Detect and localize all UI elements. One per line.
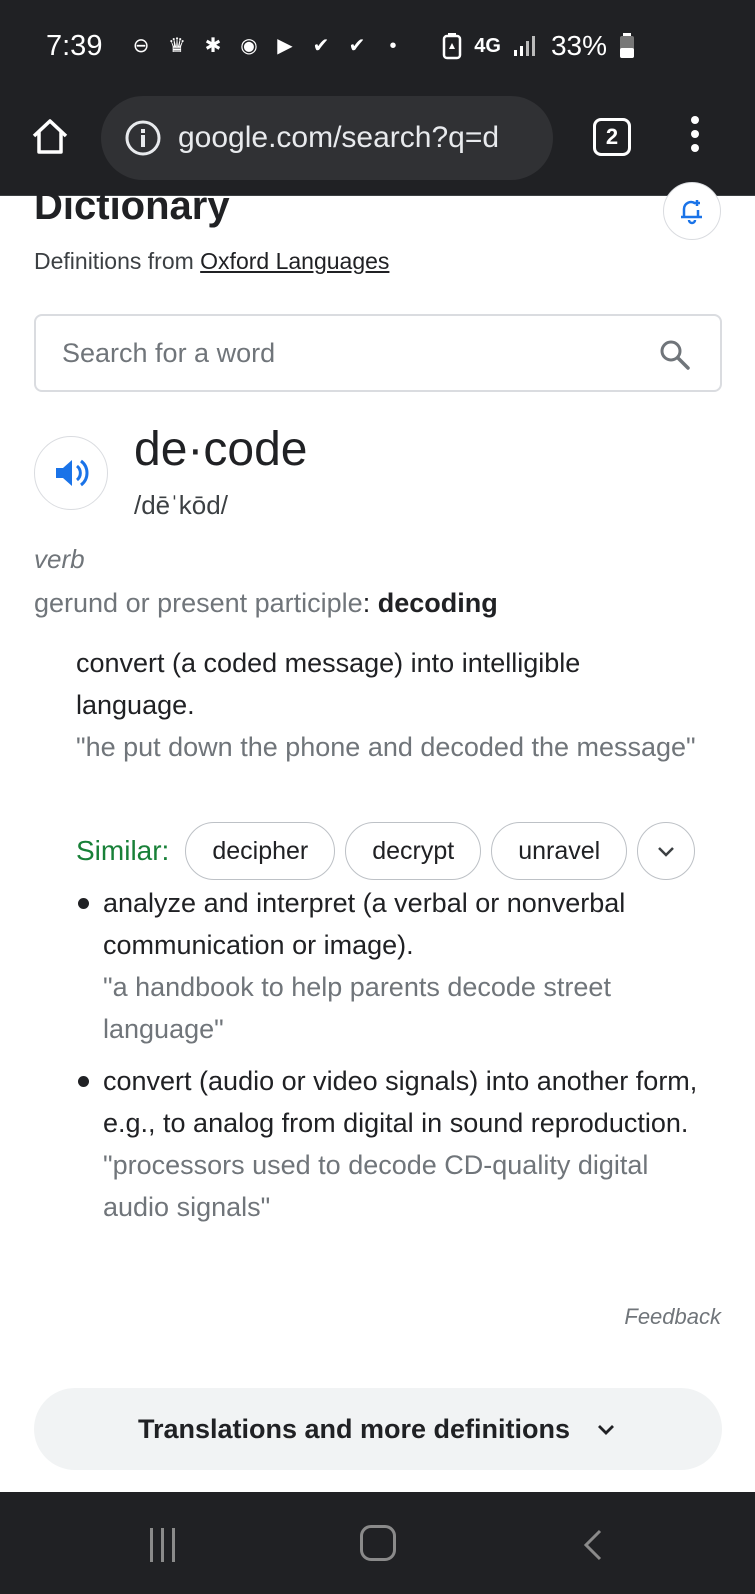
home-icon[interactable]: [28, 114, 72, 158]
address-bar[interactable]: google.com/search?q=d: [101, 96, 553, 180]
network-type: 4G: [474, 34, 501, 57]
dnd-icon: ⊖: [132, 35, 150, 57]
gerund-value: decoding: [377, 588, 498, 618]
word-search-box[interactable]: [34, 314, 722, 392]
system-indicators: 4G 33%: [442, 30, 635, 62]
gerund-form: gerund or present participle: decoding: [34, 588, 498, 618]
check-icon: ✔: [348, 35, 366, 57]
expand-similar-button[interactable]: [637, 822, 696, 880]
similar-label: Similar:: [76, 835, 170, 866]
headword: de·code: [134, 423, 308, 476]
list-item: convert (audio or video signals) into an…: [76, 1060, 716, 1228]
info-icon[interactable]: [124, 119, 162, 157]
definitions-source: Definitions from Oxford Languages: [34, 248, 390, 274]
feedback-link[interactable]: Feedback: [624, 1304, 721, 1330]
check-icon: ✔: [312, 35, 330, 57]
part-of-speech: verb: [34, 544, 85, 574]
overflow-menu-icon[interactable]: [689, 116, 701, 160]
sub-definition: analyze and interpret (a verbal or nonve…: [103, 888, 626, 960]
status-time: 7:39: [46, 30, 103, 62]
tab-switcher-button[interactable]: 2: [593, 118, 631, 156]
battery-icon: [620, 33, 634, 58]
crown-icon: ♛: [168, 35, 186, 57]
similar-chip-decrypt[interactable]: decrypt: [345, 822, 482, 880]
oxford-languages-link[interactable]: Oxford Languages: [200, 248, 389, 274]
bullet-icon: [78, 898, 89, 909]
primary-example: "he put down the phone and decoded the m…: [76, 732, 696, 762]
bell-plus-icon: [681, 200, 702, 225]
recent-apps-icon[interactable]: [150, 1528, 184, 1562]
phonetic-spelling: /dēˈkōd/: [134, 490, 228, 520]
similar-chip-unravel[interactable]: unravel: [491, 822, 628, 880]
add-alert-button[interactable]: [663, 182, 721, 240]
status-bar: 7:39 ⊖ ♛ ✱ ◉ ▶ ✔ ✔ • 4G 33%: [0, 0, 755, 94]
signal-icon: [513, 36, 535, 56]
url-text[interactable]: google.com/search?q=d: [178, 121, 540, 155]
system-nav-bar: [0, 1492, 755, 1594]
similar-chip-decipher[interactable]: decipher: [185, 822, 336, 880]
card-title: Dictionary: [34, 184, 230, 228]
bullet-icon: [78, 1076, 89, 1087]
youtube-icon: ▶: [277, 35, 293, 57]
battery-percent: 33%: [550, 30, 607, 61]
similar-words: Similar: decipher decrypt unravel: [76, 822, 696, 880]
shazam-icon: ◉: [240, 35, 258, 57]
speaker-icon: [56, 459, 89, 487]
word-search-input[interactable]: [62, 337, 622, 369]
primary-definition: convert (a coded message) into intelligi…: [76, 648, 581, 720]
dictionary-card: Dictionary Definitions from Oxford Langu…: [0, 182, 755, 1492]
chevron-down-icon: [598, 1425, 615, 1435]
sub-definition: convert (audio or video signals) into an…: [103, 1066, 698, 1138]
puzzle-icon: ✱: [204, 35, 222, 57]
translations-more-button[interactable]: Translations and more definitions: [34, 1388, 722, 1470]
sub-definitions: analyze and interpret (a verbal or nonve…: [76, 882, 716, 1238]
search-icon[interactable]: [658, 338, 692, 372]
notification-icons: ⊖ ♛ ✱ ◉ ▶ ✔ ✔ •: [128, 34, 406, 58]
sub-example: "processors used to decode CD-quality di…: [103, 1150, 649, 1222]
chevron-down-icon: [658, 847, 675, 857]
sub-example: "a handbook to help parents decode stree…: [103, 972, 611, 1044]
home-nav-icon[interactable]: [360, 1525, 396, 1561]
browser-toolbar: google.com/search?q=d 2: [0, 94, 755, 196]
list-item: analyze and interpret (a verbal or nonve…: [76, 882, 716, 1050]
dot-icon: •: [389, 35, 397, 57]
more-button-label: Translations and more definitions: [137, 1413, 571, 1444]
battery-saver-icon: [443, 33, 462, 60]
back-icon[interactable]: [578, 1528, 608, 1562]
pronunciation-button[interactable]: [34, 436, 108, 510]
